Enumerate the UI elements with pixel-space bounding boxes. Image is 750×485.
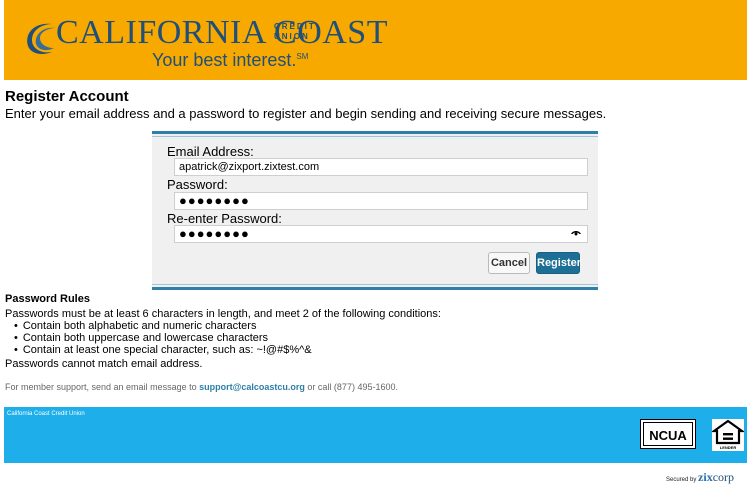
list-item: Contain both uppercase and lowercase cha… — [14, 332, 312, 344]
reenter-password-value: ●●●●●●●● — [179, 226, 250, 241]
list-item: Contain at least one special character, … — [14, 344, 312, 356]
password-field[interactable]: ●●●●●●●● — [174, 192, 588, 210]
reenter-password-field[interactable]: ●●●●●●●● — [174, 225, 588, 243]
page-title: Register Account — [5, 88, 129, 105]
cancel-button[interactable]: Cancel — [488, 252, 530, 274]
brand-logo[interactable]: CALIFORNIA COAST CREDIT UNION Your best … — [22, 14, 387, 70]
ncua-logo: NCUA — [640, 419, 696, 449]
register-button[interactable]: Register — [536, 252, 581, 274]
reenter-password-label: Re-enter Password: — [167, 211, 282, 226]
password-rules-title: Password Rules — [5, 293, 90, 305]
equal-housing-lender-icon: LENDER — [710, 419, 746, 451]
header-banner: CALIFORNIA COAST CREDIT UNION Your best … — [4, 0, 747, 80]
register-form: Email Address: apatrick@zixport.zixtest.… — [152, 131, 598, 290]
brand-sub: CREDIT UNION — [274, 22, 316, 41]
brand-tagline: Your best interest.SM — [152, 50, 309, 70]
password-label: Password: — [167, 177, 228, 192]
password-rules-intro: Passwords must be at least 6 characters … — [5, 308, 441, 320]
page-subtitle: Enter your email address and a password … — [5, 106, 607, 121]
list-item: Contain both alphabetic and numeric char… — [14, 320, 312, 332]
email-field[interactable]: apatrick@zixport.zixtest.com — [174, 158, 588, 176]
email-label: Email Address: — [167, 144, 254, 159]
password-rules-note: Passwords cannot match email address. — [5, 358, 203, 370]
password-rules-list: Contain both alphabetic and numeric char… — [14, 320, 312, 356]
secured-by-zixcorp: Secured by zixcorp — [666, 470, 735, 484]
eye-icon[interactable] — [571, 227, 581, 243]
footer-bar: California Coast Credit Union NCUA LENDE… — [4, 407, 747, 463]
footer-text: California Coast Credit Union — [7, 411, 85, 417]
support-email-link[interactable]: support@calcoastcu.org — [199, 382, 305, 392]
support-text: For member support, send an email messag… — [5, 382, 398, 392]
brand-name: CALIFORNIA COAST — [56, 14, 388, 51]
zixcorp-logo: zixcorp — [698, 470, 735, 484]
